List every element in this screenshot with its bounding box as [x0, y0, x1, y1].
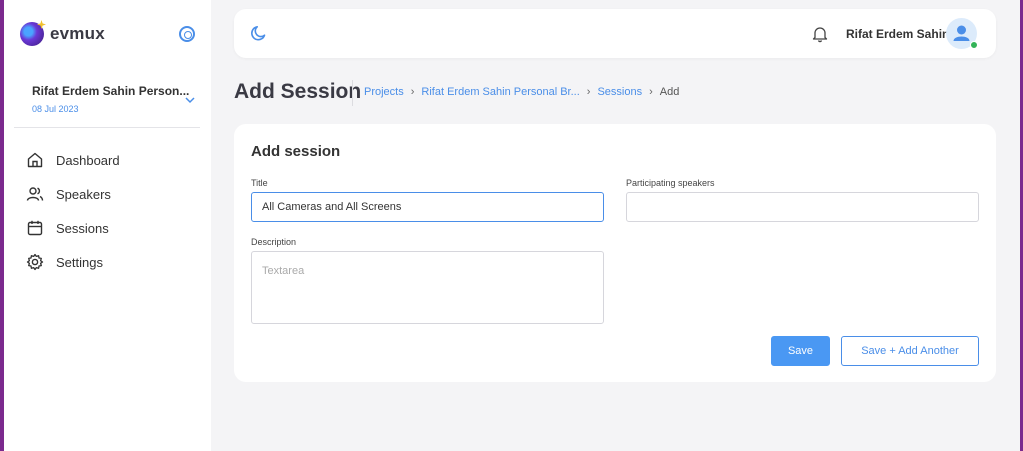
sidebar-nav: Dashboard Speakers Sessions Settings: [26, 143, 120, 279]
title-divider: [352, 80, 353, 106]
speakers-input[interactable]: [626, 192, 979, 222]
top-header: Rifat Erdem Sahin: [234, 9, 996, 58]
project-selector[interactable]: Rifat Erdem Sahin Person... 08 Jul 2023: [32, 84, 202, 114]
sidebar-item-speakers[interactable]: Speakers: [26, 177, 120, 211]
brand-name: evmux: [50, 24, 105, 43]
project-date: 08 Jul 2023: [32, 104, 79, 114]
chevron-right-icon: ›: [649, 86, 653, 98]
page-title: Add Session: [234, 80, 362, 103]
chevron-right-icon: ›: [586, 86, 591, 98]
breadcrumb-sessions[interactable]: Sessions: [597, 86, 642, 98]
speakers-label: Participating speakers: [626, 178, 715, 188]
breadcrumb: Projects › Rifat Erdem Sahin Personal Br…: [364, 86, 679, 98]
sidebar-item-label: Dashboard: [56, 152, 120, 168]
sidebar: evmux Rifat Erdem Sahin Person... 08 Jul…: [4, 0, 211, 451]
form-heading: Add session: [251, 143, 341, 160]
title-label: Title: [251, 178, 268, 188]
gear-icon: [26, 253, 44, 271]
sidebar-item-label: Speakers: [56, 186, 111, 202]
evmux-logo-icon: [20, 22, 44, 46]
sidebar-item-label: Sessions: [56, 220, 109, 236]
target-icon[interactable]: [179, 26, 195, 42]
add-session-card: Add session Title Participating speakers…: [234, 124, 996, 382]
sidebar-item-settings[interactable]: Settings: [26, 245, 120, 279]
save-add-another-button[interactable]: Save + Add Another: [841, 336, 979, 366]
description-textarea[interactable]: [251, 251, 604, 324]
breadcrumb-project[interactable]: Rifat Erdem Sahin Personal Br...: [421, 86, 579, 98]
app-frame: evmux Rifat Erdem Sahin Person... 08 Jul…: [4, 0, 1020, 451]
save-button[interactable]: Save: [771, 336, 830, 366]
title-input[interactable]: [251, 192, 604, 222]
sidebar-divider: [14, 127, 200, 128]
chevron-right-icon: ›: [410, 86, 415, 98]
description-label: Description: [251, 237, 297, 247]
users-icon: [26, 187, 44, 201]
sidebar-item-sessions[interactable]: Sessions: [26, 211, 120, 245]
user-name[interactable]: Rifat Erdem Sahin: [846, 27, 949, 41]
sidebar-item-label: Settings: [56, 254, 103, 270]
breadcrumb-current: Add: [659, 86, 680, 98]
chevron-down-icon: [185, 97, 195, 104]
calendar-icon: [27, 220, 43, 236]
project-name: Rifat Erdem Sahin Person...: [32, 84, 190, 98]
brand[interactable]: evmux: [20, 22, 105, 46]
bell-icon[interactable]: [812, 25, 828, 43]
home-icon: [27, 152, 43, 168]
moon-icon[interactable]: [250, 24, 268, 42]
sidebar-item-dashboard[interactable]: Dashboard: [26, 143, 120, 177]
online-status-dot: [970, 41, 978, 49]
breadcrumb-projects[interactable]: Projects: [364, 86, 404, 98]
